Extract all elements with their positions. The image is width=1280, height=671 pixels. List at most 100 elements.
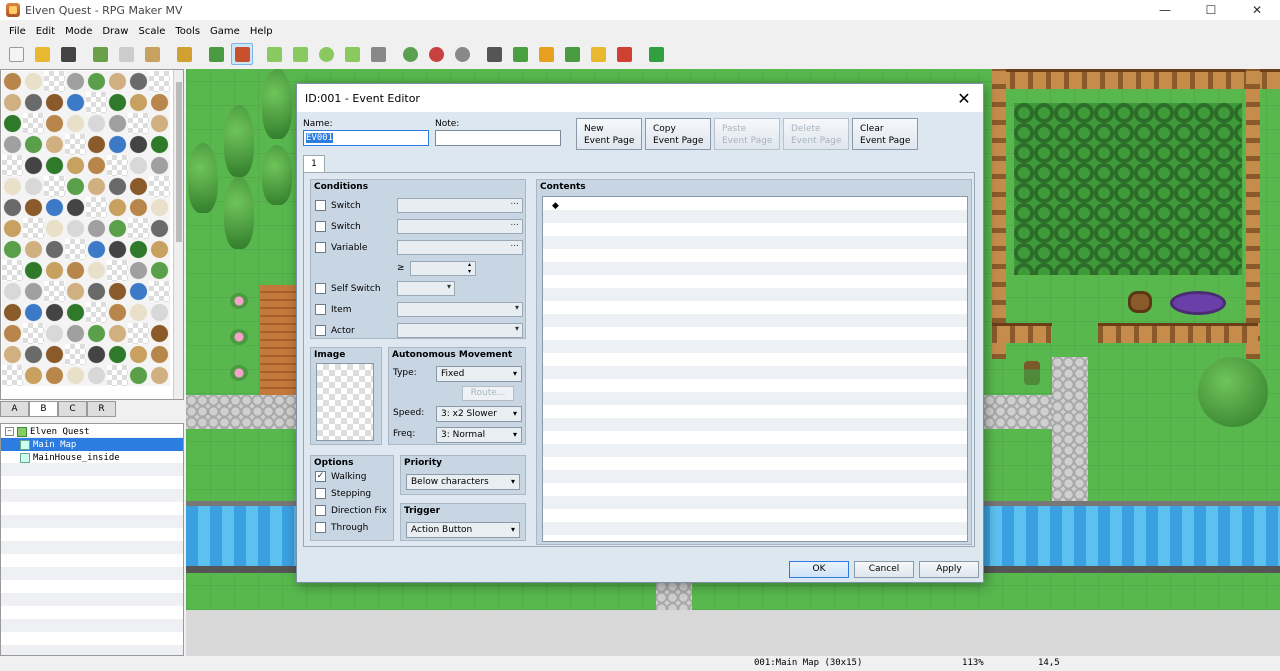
event-image[interactable] (316, 363, 374, 441)
checkbox-box[interactable] (315, 200, 326, 211)
ok-button[interactable]: OK (789, 561, 849, 578)
check-icon[interactable]: ✓ (315, 471, 326, 482)
menu-scale[interactable]: Scale (133, 26, 170, 37)
tile[interactable] (107, 197, 128, 218)
tile[interactable] (2, 71, 23, 92)
direction-fix-checkbox[interactable]: Direction Fix (315, 505, 387, 516)
tile[interactable] (65, 134, 86, 155)
walking-checkbox[interactable]: ✓ Walking (315, 471, 366, 482)
movement-type-select[interactable]: Fixed (436, 366, 522, 382)
tile[interactable] (149, 218, 170, 239)
tile[interactable] (107, 134, 128, 155)
tile[interactable] (128, 365, 149, 386)
new-button[interactable] (5, 43, 27, 65)
tile[interactable] (86, 197, 107, 218)
tile[interactable] (86, 92, 107, 113)
close-button[interactable]: ✕ (1234, 0, 1280, 20)
tile[interactable] (44, 302, 65, 323)
tile[interactable] (107, 323, 128, 344)
tile[interactable] (86, 218, 107, 239)
character-sprite[interactable] (1024, 361, 1040, 385)
tile[interactable] (2, 365, 23, 386)
tile[interactable] (65, 92, 86, 113)
tile[interactable] (86, 365, 107, 386)
menu-draw[interactable]: Draw (97, 26, 133, 37)
plugin-button[interactable] (509, 43, 531, 65)
delete-event-page-button[interactable]: Delete Event Page (783, 118, 849, 150)
paste-button[interactable] (141, 43, 163, 65)
actual-size-button[interactable] (451, 43, 473, 65)
event-command-list[interactable]: ◆ (542, 196, 968, 542)
switch2-checkbox[interactable]: Switch (315, 221, 361, 232)
tile[interactable] (128, 113, 149, 134)
tile[interactable] (65, 71, 86, 92)
page-tab-1[interactable]: 1 (303, 155, 325, 173)
actor-checkbox[interactable]: Actor (315, 325, 355, 336)
tile[interactable] (107, 260, 128, 281)
tile[interactable] (128, 155, 149, 176)
tile[interactable] (128, 344, 149, 365)
collapse-icon[interactable]: − (5, 427, 14, 436)
copy-event-page-button[interactable]: Copy Event Page (645, 118, 711, 150)
tile[interactable] (23, 71, 44, 92)
tile[interactable] (107, 92, 128, 113)
resource-manager-button[interactable] (587, 43, 609, 65)
trigger-select[interactable]: Action Button (406, 522, 520, 538)
tile[interactable] (86, 155, 107, 176)
tile[interactable] (86, 134, 107, 155)
apply-button[interactable]: Apply (919, 561, 979, 578)
maximize-button[interactable]: ☐ (1188, 0, 1234, 20)
item-select[interactable] (397, 302, 523, 317)
tile[interactable] (149, 239, 170, 260)
tileset-tab-r[interactable]: R (87, 401, 116, 417)
tile[interactable] (149, 155, 170, 176)
tile[interactable] (128, 134, 149, 155)
tile[interactable] (65, 155, 86, 176)
tile[interactable] (107, 239, 128, 260)
movement-speed-select[interactable]: 3: x2 Slower (436, 406, 522, 422)
tile[interactable] (107, 302, 128, 323)
tile[interactable] (2, 92, 23, 113)
checkbox-box[interactable] (315, 283, 326, 294)
tile[interactable] (86, 71, 107, 92)
zoom-in-button[interactable] (399, 43, 421, 65)
tile[interactable] (2, 176, 23, 197)
open-button[interactable] (31, 43, 53, 65)
tile[interactable] (65, 365, 86, 386)
tile[interactable] (128, 239, 149, 260)
minimize-button[interactable]: — (1142, 0, 1188, 20)
tile-grid[interactable] (1, 70, 183, 387)
tile[interactable] (23, 281, 44, 302)
tile[interactable] (2, 302, 23, 323)
checkbox-box[interactable] (315, 325, 326, 336)
clear-event-page-button[interactable]: Clear Event Page (852, 118, 918, 150)
tile[interactable] (86, 113, 107, 134)
tile[interactable] (149, 197, 170, 218)
tile[interactable] (44, 113, 65, 134)
tile[interactable] (44, 239, 65, 260)
pencil-button[interactable] (263, 43, 285, 65)
tileset-tab-c[interactable]: C (58, 401, 87, 417)
tile[interactable] (149, 71, 170, 92)
switch1-selector[interactable] (397, 197, 523, 213)
tile[interactable] (44, 218, 65, 239)
tile[interactable] (86, 176, 107, 197)
tile[interactable] (23, 134, 44, 155)
tile[interactable] (107, 365, 128, 386)
tree-item-project[interactable]: − Elven Quest (1, 425, 183, 438)
tileset-palette[interactable] (0, 69, 184, 400)
tile[interactable] (128, 176, 149, 197)
tileset-tab-a[interactable]: A (0, 401, 29, 417)
tile[interactable] (149, 302, 170, 323)
tile[interactable] (107, 344, 128, 365)
tile[interactable] (128, 71, 149, 92)
event-search-button[interactable] (561, 43, 583, 65)
tile[interactable] (149, 92, 170, 113)
route-button[interactable]: Route... (462, 386, 514, 401)
tile[interactable] (65, 218, 86, 239)
tile[interactable] (2, 281, 23, 302)
tile[interactable] (44, 134, 65, 155)
menu-mode[interactable]: Mode (60, 26, 97, 37)
tile[interactable] (2, 197, 23, 218)
checkbox-box[interactable] (315, 221, 326, 232)
